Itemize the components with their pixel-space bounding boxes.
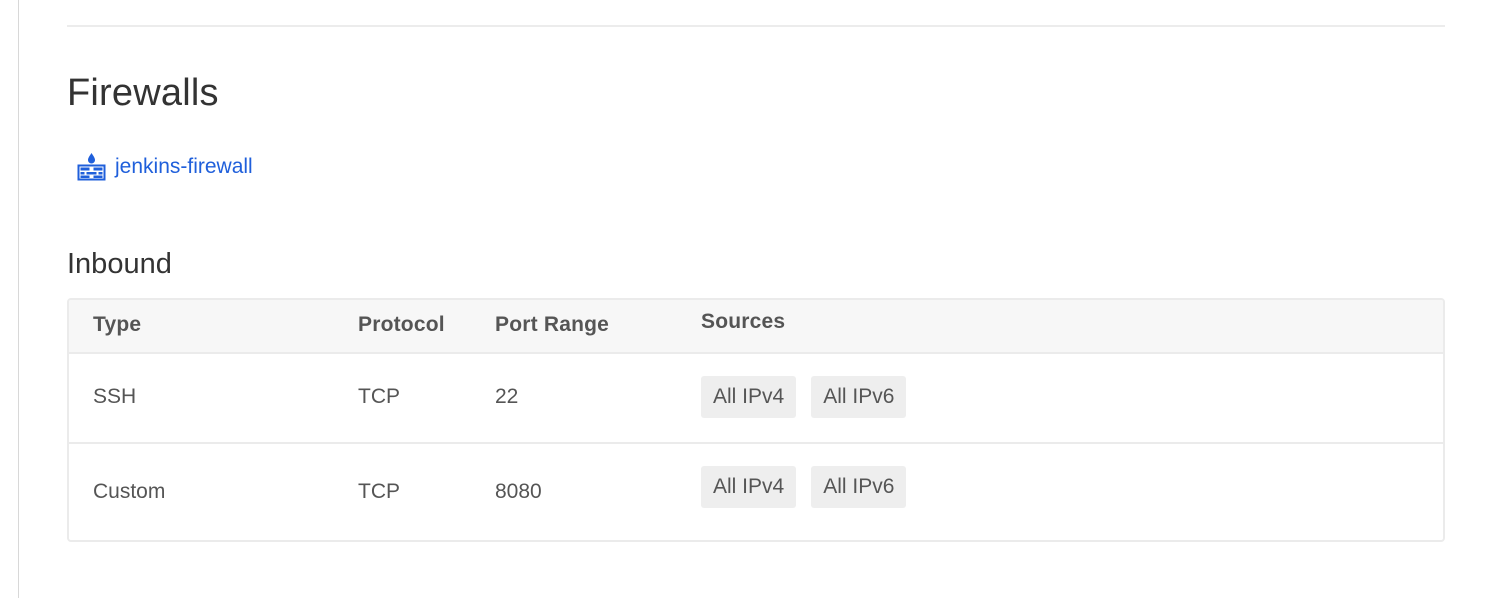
source-tag: All IPv4 [701, 376, 797, 418]
column-header-protocol: Protocol [358, 313, 445, 336]
firewalls-heading: Firewalls [67, 72, 219, 114]
rule-protocol: TCP [358, 480, 400, 503]
rule-port-range: 8080 [495, 480, 542, 503]
source-tag: All IPv4 [701, 466, 797, 508]
rule-sources: All IPv4 All IPv6 [701, 376, 907, 418]
rule-port-range: 22 [495, 385, 519, 408]
firewall-icon [77, 152, 106, 181]
source-tag: All IPv6 [811, 466, 907, 508]
rule-type: SSH [93, 385, 137, 408]
rule-sources: All IPv4 All IPv6 [701, 466, 907, 508]
column-header-type: Type [93, 313, 142, 336]
section-divider [67, 25, 1445, 27]
column-header-port-range: Port Range [495, 313, 610, 336]
rule-protocol: TCP [358, 385, 400, 408]
table-row: Custom TCP 8080 All IPv4 All IPv6 [69, 444, 1443, 540]
inbound-rules-table: Type Protocol Port Range Sources SSH TCP… [67, 298, 1445, 542]
column-header-sources: Sources [701, 310, 786, 333]
rule-type: Custom [93, 480, 166, 503]
firewall-link[interactable]: jenkins-firewall [77, 152, 253, 181]
table-header: Type Protocol Port Range Sources [69, 300, 1443, 354]
inbound-heading: Inbound [67, 248, 172, 280]
source-tag: All IPv6 [811, 376, 907, 418]
table-row: SSH TCP 22 All IPv4 All IPv6 [69, 354, 1443, 444]
firewall-link-label: jenkins-firewall [115, 154, 253, 178]
